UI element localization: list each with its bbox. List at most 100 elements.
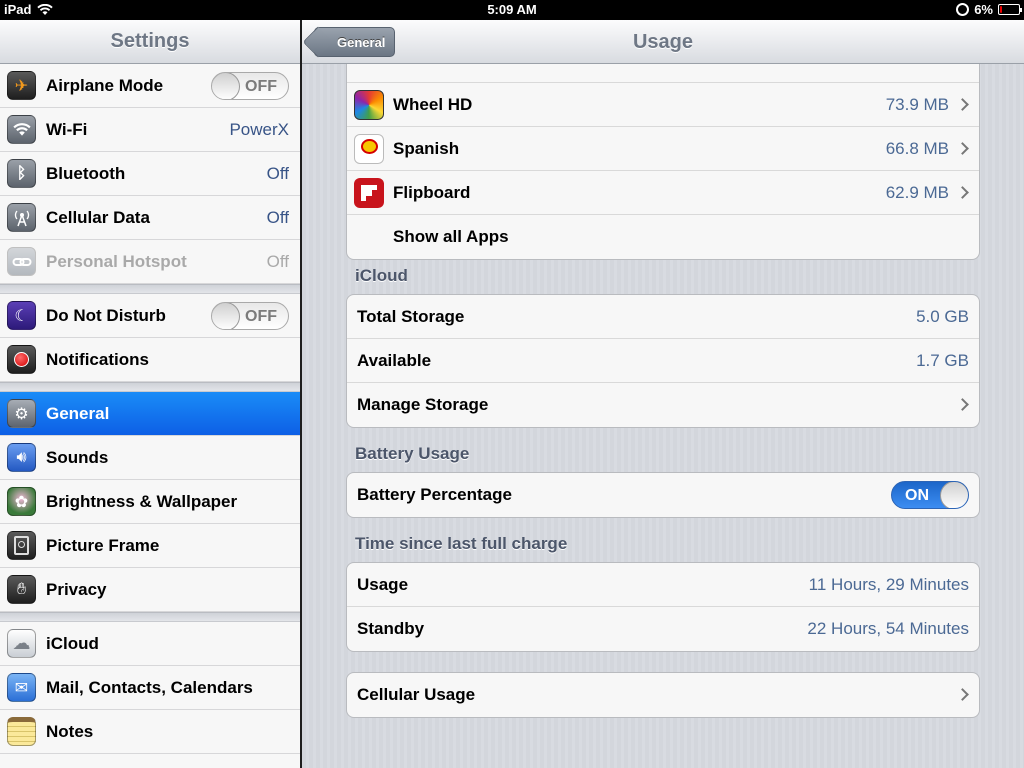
sidebar-item-wifi[interactable]: Wi-Fi PowerX [0,108,300,152]
rotation-lock-icon [956,3,970,16]
sidebar-item-brightness-wallpaper[interactable]: ✿ Brightness & Wallpaper [0,480,300,524]
standby-time-value: 22 Hours, 54 Minutes [807,619,969,638]
app-row-spanish[interactable]: Spanish 66.8 MB [347,127,979,171]
usage-time-label: Usage [357,574,409,594]
sidebar-item-value: Off [266,207,289,227]
flipboard-icon [354,178,384,208]
sidebar-item-value: Off [266,251,289,271]
app-name: Spanish [393,138,460,158]
app-size: 62.9 MB [885,182,949,202]
notes-icon [7,717,36,746]
available-storage-label: Available [357,350,432,370]
section-header-icloud: iCloud [355,266,408,285]
sidebar-item-general[interactable]: ⚙ General [0,392,300,436]
standby-time-label: Standby [357,619,425,638]
gear-icon: ⚙ [7,399,36,428]
sidebar-item-partial[interactable] [0,754,300,768]
battery-percent: 6% [974,2,993,17]
page-title: Usage [632,31,694,53]
notifications-icon [7,345,36,374]
sidebar-item-mail-contacts-calendars[interactable]: ✉ Mail, Contacts, Calendars [0,666,300,710]
cloud-icon: ☁ [7,629,36,658]
app-usage-list: Wheel HD 73.9 MB Spanish 66.8 MB Flipboa… [346,38,980,260]
sidebar-item-label: Picture Frame [46,535,160,555]
show-all-apps-button[interactable]: Show all Apps [347,215,979,259]
nav-bar: General Usage [302,20,1024,64]
show-all-apps-label: Show all Apps [393,227,509,246]
airplane-icon: ✈ [7,71,36,100]
app-name: Wheel HD [393,94,473,114]
standby-time-row: Standby 22 Hours, 54 Minutes [347,607,979,651]
sidebar-item-bluetooth[interactable]: ᛒ Bluetooth Off [0,152,300,196]
mail-icon: ✉ [7,673,36,702]
hand-icon: ✋︎ [7,575,36,604]
chevron-right-icon [956,186,969,199]
sidebar-item-icloud[interactable]: ☁ iCloud [0,622,300,666]
sidebar-title: Settings [110,30,190,52]
airplane-mode-toggle[interactable]: OFF [211,72,289,100]
flower-icon: ✿ [7,487,36,516]
chevron-right-icon [956,142,969,155]
settings-sidebar: Settings ✈ Airplane Mode OFF Wi-Fi Power… [0,20,300,768]
sidebar-item-label: Do Not Disturb [46,305,166,325]
chevron-right-icon [956,398,969,411]
icloud-storage-card: Total Storage 5.0 GB Available 1.7 GB Ma… [346,294,980,428]
sidebar-item-label: Wi-Fi [46,119,88,139]
usage-time-value: 11 Hours, 29 Minutes [808,574,969,594]
manage-storage-row[interactable]: Manage Storage [347,383,979,427]
battery-usage-card: Battery Percentage ON [346,472,980,518]
chevron-right-icon [956,688,969,701]
sidebar-item-notifications[interactable]: Notifications [0,338,300,382]
cellular-usage-row[interactable]: Cellular Usage [347,673,979,717]
sidebar-separator [0,284,300,294]
bluetooth-icon: ᛒ [7,159,36,188]
sidebar-header: Settings [0,20,300,64]
hotspot-icon [7,247,36,276]
sidebar-item-privacy[interactable]: ✋︎ Privacy [0,568,300,612]
app-size: 66.8 MB [885,138,949,158]
sidebar-item-value: Off [266,163,289,183]
sidebar-item-sounds[interactable]: 🔊︎ Sounds [0,436,300,480]
do-not-disturb-toggle[interactable]: OFF [211,302,289,330]
sidebar-separator [0,382,300,392]
speaker-icon: 🔊︎ [7,443,36,472]
wheel-hd-icon [354,90,384,120]
available-storage-row: Available 1.7 GB [347,339,979,383]
available-storage-value: 1.7 GB [916,350,969,370]
sidebar-item-label: Sounds [46,447,109,467]
sidebar-item-notes[interactable]: Notes [0,710,300,754]
app-row-flipboard[interactable]: Flipboard 62.9 MB [347,171,979,215]
sidebar-group-accounts: ☁ iCloud ✉ Mail, Contacts, Calendars Not… [0,622,300,768]
battery-icon [998,4,1022,15]
battery-percentage-label: Battery Percentage [357,485,512,504]
chevron-right-icon [956,98,969,111]
sidebar-item-label: iCloud [46,633,99,653]
sidebar-item-label: Cellular Data [46,207,150,227]
app-row-wheel-hd[interactable]: Wheel HD 73.9 MB [347,83,979,127]
sidebar-item-label: Mail, Contacts, Calendars [46,677,253,697]
moon-icon: ☾ [7,301,36,330]
sidebar-item-label: Airplane Mode [46,75,164,95]
status-bar: iPad 5:09 AM 6% [0,0,1024,20]
sidebar-item-value: PowerX [229,119,289,139]
total-storage-row: Total Storage 5.0 GB [347,295,979,339]
sidebar-item-cellular-data[interactable]: Cellular Data Off [0,196,300,240]
sidebar-separator [0,612,300,622]
clock: 5:09 AM [487,2,537,17]
section-header-time-since-charge: Time since last full charge [355,534,568,553]
total-storage-value: 5.0 GB [916,306,969,326]
usage-detail-pane: Wheel HD 73.9 MB Spanish 66.8 MB Flipboa… [302,20,1024,768]
babbel-icon [354,134,384,164]
sidebar-item-label: Notifications [46,349,149,369]
sidebar-item-do-not-disturb[interactable]: ☾ Do Not Disturb OFF [0,294,300,338]
sidebar-item-airplane-mode[interactable]: ✈ Airplane Mode OFF [0,64,300,108]
sidebar-item-picture-frame[interactable]: Picture Frame [0,524,300,568]
sidebar-item-label: Personal Hotspot [46,251,187,271]
sidebar-item-label: Notes [46,721,94,741]
battery-percentage-toggle[interactable]: ON [891,481,969,509]
sidebar-group-connectivity: ✈ Airplane Mode OFF Wi-Fi PowerX ᛒ Bluet… [0,64,300,284]
sidebar-group-notifications: ☾ Do Not Disturb OFF Notifications [0,294,300,382]
sidebar-item-label: Bluetooth [46,163,126,183]
wifi-icon [7,115,36,144]
manage-storage-label: Manage Storage [357,395,489,414]
